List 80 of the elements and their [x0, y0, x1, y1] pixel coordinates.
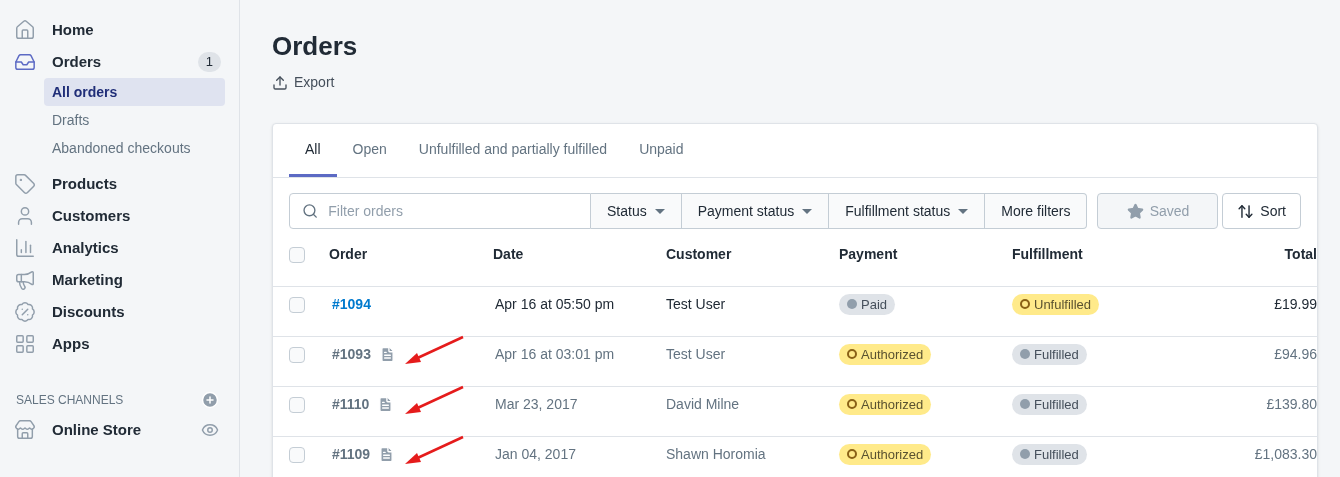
row-checkbox[interactable]: [289, 346, 305, 363]
column-header: Customer: [666, 245, 733, 264]
row-checkbox[interactable]: [289, 446, 305, 463]
search-icon: [302, 202, 319, 220]
upload-icon: [272, 74, 288, 91]
order-row[interactable]: #1110 Mar 23, 2017 David Milne Authorized Fulfilled £139.80: [273, 387, 1317, 437]
status-ring-icon: [847, 449, 857, 460]
order-link[interactable]: #1093: [332, 344, 371, 366]
date-cell-text: Mar 23, 2017: [494, 395, 579, 415]
column-header: Order: [329, 245, 369, 264]
row-checkbox[interactable]: [289, 296, 305, 313]
customer-cell-text: David Milne: [666, 395, 741, 415]
column-header: Total: [1284, 245, 1317, 264]
select-all-checkbox[interactable]: [289, 246, 305, 263]
date-cell-text: Apr 16 at 03:01 pm: [494, 345, 616, 365]
status-badge: Authorized: [839, 343, 932, 365]
star-icon: [1126, 202, 1144, 220]
status-ring-icon: [1020, 299, 1030, 310]
status-badge: Fulfilled: [1012, 343, 1087, 365]
order-row[interactable]: #1093 Apr 16 at 03:01 pm Test User Authorized Fulfilled £94.96: [273, 337, 1317, 387]
filter-dropdown[interactable]: Status: [591, 193, 682, 229]
filter-dropdown[interactable]: Payment status: [681, 193, 830, 229]
sort-icon: [1237, 202, 1255, 220]
column-header: Date: [493, 245, 525, 264]
sidebar-item[interactable]: Discounts: [14, 296, 225, 328]
sidebar-item[interactable]: Marketing: [14, 264, 225, 296]
section-heading: SALES CHANNELS: [16, 392, 125, 409]
sidebar-item[interactable]: Customers: [14, 200, 225, 232]
sidebar-item[interactable]: Online Store: [14, 414, 225, 446]
filter-field[interactable]: Filter orders: [289, 193, 591, 229]
status-badge: Authorized: [839, 393, 932, 415]
sort-button[interactable]: Sort: [1222, 193, 1301, 229]
sidebar-item[interactable]: Orders 1: [14, 46, 225, 78]
caret-icon: [654, 208, 665, 214]
total-cell-text: £139.80: [1266, 395, 1317, 415]
date-cell-text: Jan 04, 2017: [494, 445, 577, 465]
export-button[interactable]: Export: [272, 72, 335, 93]
status-badge: Unfulfilled: [1012, 293, 1100, 315]
order-row[interactable]: #1109 Jan 04, 2017 Shawn Horomia Authorized Fulfilled £1,083.30: [273, 437, 1317, 477]
date-cell-text: Apr 16 at 05:50 pm: [494, 295, 616, 315]
sidebar-item[interactable]: Products: [14, 168, 225, 200]
tab[interactable]: Unpaid: [623, 124, 700, 177]
total-cell-text: £1,083.30: [1254, 445, 1317, 465]
status-badge: Paid: [839, 293, 896, 315]
sidebar-subitem[interactable]: Abandoned checkouts: [44, 134, 225, 162]
sidebar-subitem[interactable]: All orders: [44, 78, 225, 106]
total-cell-text: £19.99: [1274, 295, 1317, 315]
caret-icon: [802, 208, 813, 214]
order-link[interactable]: #1110: [332, 394, 370, 416]
add-icon[interactable]: [201, 391, 219, 409]
total-cell-text: £94.96: [1274, 345, 1317, 365]
count-badge: 1: [197, 52, 221, 72]
filter-dropdown[interactable]: Fulfillment status: [829, 193, 986, 229]
eye-icon[interactable]: [201, 421, 219, 439]
status-badge: Fulfilled: [1012, 393, 1087, 415]
customer-cell-text: Test User: [666, 345, 727, 365]
sidebar-item[interactable]: Apps: [14, 328, 225, 360]
column-header: Payment: [839, 245, 899, 264]
row-checkbox[interactable]: [289, 396, 305, 413]
filter-input[interactable]: Filter orders: [328, 200, 578, 222]
page-title: Orders: [272, 30, 359, 62]
sidebar-subitem[interactable]: Drafts: [44, 106, 225, 134]
sidebar-item[interactable]: Home: [14, 14, 225, 46]
customer-cell-text: Test User: [666, 295, 727, 315]
sidebar-item[interactable]: Analytics: [14, 232, 225, 264]
tab[interactable]: Open: [336, 124, 403, 177]
order-link[interactable]: #1094: [332, 294, 371, 316]
tab[interactable]: Unfulfilled and partially fulfilled: [402, 124, 624, 177]
store-icon: [14, 419, 36, 441]
order-row[interactable]: #1094 Apr 16 at 05:50 pm Test User Paid Unfulfilled £19.99: [273, 287, 1317, 337]
caret-icon: [958, 208, 969, 214]
more-filters-button[interactable]: More filters: [985, 193, 1088, 229]
status-badge: Fulfilled: [1012, 443, 1087, 465]
column-header: Fulfillment: [1012, 245, 1084, 264]
status-ring-icon: [847, 349, 857, 360]
status-ring-icon: [847, 399, 857, 410]
tab[interactable]: All: [289, 124, 337, 177]
customer-cell-text: Shawn Horomia: [666, 445, 767, 465]
order-link[interactable]: #1109: [332, 444, 371, 466]
status-badge: Authorized: [839, 443, 932, 465]
